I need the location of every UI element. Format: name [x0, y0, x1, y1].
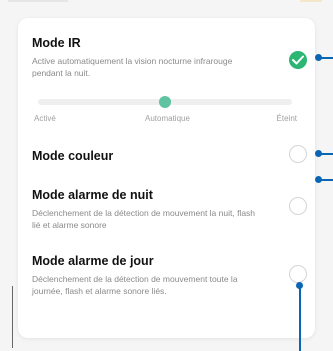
day-alarm-description: Déclenchement de la détection de mouveme… — [32, 274, 238, 296]
ir-mode-description: Active automatiquement la vision nocturn… — [32, 56, 233, 78]
day-alarm-title: Mode alarme de jour — [32, 254, 154, 268]
callout-dot-ir — [315, 54, 322, 61]
night-alarm-row: Mode alarme de nuit Déclenchement de la … — [32, 188, 301, 231]
ir-mode-title: Mode IR — [32, 36, 81, 50]
callout-dot-day — [296, 282, 303, 289]
color-mode-row: Mode couleur — [32, 149, 301, 163]
callout-dot-night — [315, 176, 322, 183]
callout-line-day — [299, 286, 301, 351]
night-alarm-toggle[interactable] — [289, 197, 307, 215]
callout-dot-color — [315, 150, 322, 157]
slider-label-active[interactable]: Activé — [34, 114, 56, 123]
night-alarm-title: Mode alarme de nuit — [32, 188, 153, 202]
color-mode-toggle[interactable] — [289, 145, 307, 163]
top-left-bar — [8, 0, 68, 2]
color-mode-title: Mode couleur — [32, 149, 114, 163]
ir-slider-thumb[interactable] — [159, 96, 171, 108]
day-alarm-toggle[interactable] — [289, 265, 307, 283]
settings-panel: Mode IR Active automatiquement la vision… — [18, 18, 315, 338]
night-alarm-description: Déclenchement de la détection de mouveme… — [32, 208, 256, 230]
left-edge-line — [12, 286, 13, 348]
slider-label-off[interactable]: Éteint — [277, 114, 297, 123]
top-edge — [0, 0, 333, 8]
check-icon — [292, 55, 304, 65]
day-alarm-row: Mode alarme de jour Déclenchement de la … — [32, 254, 301, 297]
slider-label-auto[interactable]: Automatique — [145, 114, 190, 123]
ir-mode-toggle[interactable] — [289, 51, 307, 69]
ir-slider-labels: Activé Automatique Éteint — [34, 114, 297, 126]
ir-mode-row: Mode IR Active automatiquement la vision… — [32, 36, 301, 79]
top-right-bar — [300, 0, 322, 2]
